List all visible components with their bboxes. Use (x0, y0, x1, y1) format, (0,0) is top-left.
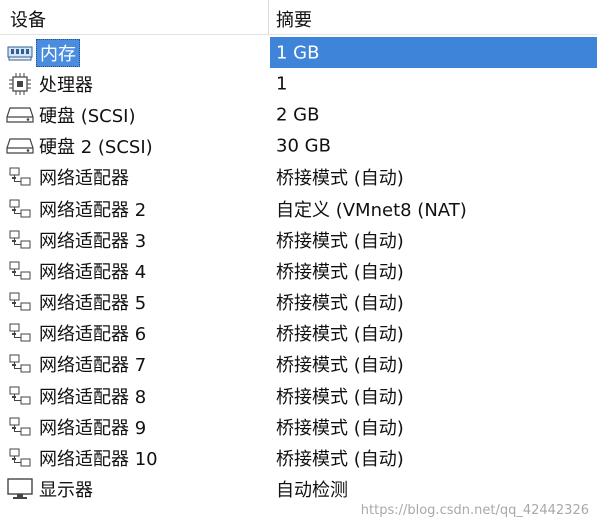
device-label: 网络适配器 7 (39, 355, 147, 377)
device-label: 处理器 (39, 74, 93, 96)
device-row[interactable]: 网络适配器 桥接模式 (自动) (0, 162, 597, 193)
device-cell: 网络适配器 5 (6, 287, 149, 318)
processor-icon (6, 72, 34, 96)
device-cell: 网络适配器 (6, 162, 132, 193)
device-summary: 桥接模式 (自动) (276, 355, 404, 377)
device-list: 内存 1 GB 处理器 1 硬盘 (SCSI) 2 GB 硬盘 2 (SCSI) 30 … (0, 37, 597, 505)
watermark: https://blog.csdn.net/qq_42442326 (360, 503, 589, 518)
device-row[interactable]: 硬盘 2 (SCSI) 30 GB (0, 131, 597, 162)
device-label: 网络适配器 4 (39, 261, 147, 283)
device-cell: 网络适配器 6 (6, 318, 149, 349)
column-divider[interactable] (268, 0, 269, 34)
device-row[interactable]: 显示器 自动检测 (0, 474, 597, 505)
device-table: 设备 摘要 内存 1 GB 处理器 1 硬盘 (SCSI) 2 GB 硬盘 2 (SC… (0, 0, 597, 501)
device-cell: 处理器 (6, 68, 96, 99)
device-label: 网络适配器 8 (39, 386, 147, 408)
device-row[interactable]: 网络适配器 5 桥接模式 (自动) (0, 287, 597, 318)
device-summary: 桥接模式 (自动) (276, 417, 404, 439)
device-cell: 硬盘 (SCSI) (6, 99, 139, 130)
device-row[interactable]: 网络适配器 2 自定义 (VMnet8 (NAT) (0, 193, 597, 224)
device-row[interactable]: 硬盘 (SCSI) 2 GB (0, 99, 597, 130)
network-adapter-icon (6, 290, 34, 314)
network-adapter-icon (6, 321, 34, 345)
device-cell: 网络适配器 4 (6, 255, 149, 286)
table-header: 设备 摘要 (0, 0, 597, 35)
device-label: 显示器 (39, 480, 93, 502)
device-row[interactable]: 网络适配器 8 桥接模式 (自动) (0, 380, 597, 411)
network-adapter-icon (6, 228, 34, 252)
hard-disk-icon (6, 103, 34, 127)
network-adapter-icon (6, 197, 34, 221)
device-row[interactable]: 网络适配器 6 桥接模式 (自动) (0, 318, 597, 349)
device-label: 网络适配器 10 (39, 449, 158, 471)
device-row[interactable]: 网络适配器 9 桥接模式 (自动) (0, 411, 597, 442)
device-summary: 自动检测 (276, 480, 348, 502)
network-adapter-icon (6, 446, 34, 470)
network-adapter-icon (6, 384, 34, 408)
device-label: 内存 (36, 38, 80, 67)
device-summary: 1 (276, 73, 288, 95)
device-summary: 2 GB (276, 104, 320, 126)
device-label: 网络适配器 2 (39, 199, 147, 221)
device-cell: 网络适配器 7 (6, 349, 149, 380)
device-cell: 内存 (6, 37, 80, 68)
device-summary: 桥接模式 (自动) (276, 324, 404, 346)
device-row[interactable]: 内存 1 GB (0, 37, 597, 69)
memory-icon (6, 41, 34, 65)
device-row[interactable]: 网络适配器 10 桥接模式 (自动) (0, 442, 597, 473)
summary-column-header[interactable]: 摘要 (276, 6, 312, 32)
device-summary: 桥接模式 (自动) (276, 261, 404, 283)
device-summary: 桥接模式 (自动) (276, 168, 404, 190)
network-adapter-icon (6, 352, 34, 376)
device-row[interactable]: 网络适配器 7 桥接模式 (自动) (0, 349, 597, 380)
network-adapter-icon (6, 165, 34, 189)
device-summary: 1 GB (276, 42, 320, 64)
device-summary: 30 GB (276, 135, 331, 157)
device-label: 硬盘 (SCSI) (39, 105, 136, 127)
device-cell: 网络适配器 10 (6, 442, 161, 473)
network-adapter-icon (6, 259, 34, 283)
device-summary: 桥接模式 (自动) (276, 386, 404, 408)
device-label: 网络适配器 3 (39, 230, 147, 252)
device-summary: 桥接模式 (自动) (276, 293, 404, 315)
device-summary: 桥接模式 (自动) (276, 449, 404, 471)
device-label: 网络适配器 9 (39, 417, 147, 439)
device-summary: 桥接模式 (自动) (276, 230, 404, 252)
device-row[interactable]: 网络适配器 3 桥接模式 (自动) (0, 224, 597, 255)
device-cell: 网络适配器 2 (6, 193, 149, 224)
hard-disk-icon (6, 134, 34, 158)
device-label: 硬盘 2 (SCSI) (39, 137, 153, 159)
device-label: 网络适配器 (39, 168, 129, 190)
network-adapter-icon (6, 415, 34, 439)
device-cell: 硬盘 2 (SCSI) (6, 131, 156, 162)
device-cell: 网络适配器 3 (6, 224, 149, 255)
device-row[interactable]: 处理器 1 (0, 68, 597, 99)
device-summary: 自定义 (VMnet8 (NAT) (276, 199, 467, 221)
device-column-header[interactable]: 设备 (10, 6, 46, 32)
device-cell: 网络适配器 9 (6, 411, 149, 442)
device-label: 网络适配器 5 (39, 293, 147, 315)
device-cell: 网络适配器 8 (6, 380, 149, 411)
device-row[interactable]: 网络适配器 4 桥接模式 (自动) (0, 255, 597, 286)
display-icon (6, 477, 34, 501)
device-cell: 显示器 (6, 474, 96, 505)
device-label: 网络适配器 6 (39, 324, 147, 346)
